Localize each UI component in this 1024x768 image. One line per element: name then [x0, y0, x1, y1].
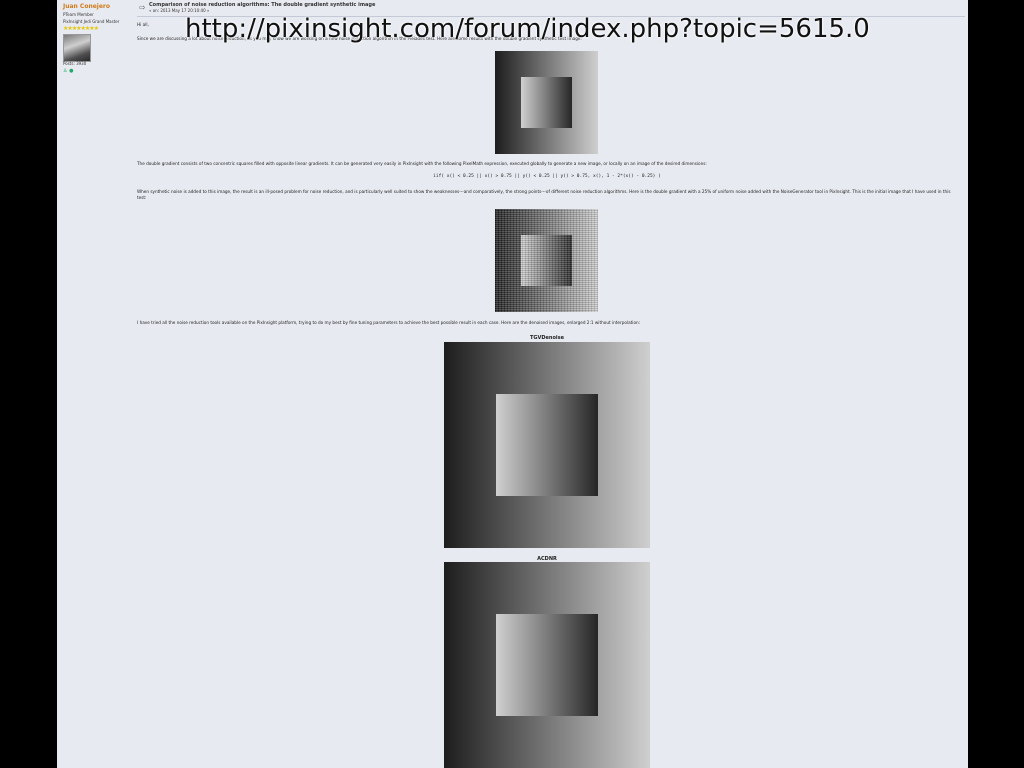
gradient-paragraph: The double gradient consists of two conc…	[137, 161, 707, 166]
post-count: Posts: 3930	[63, 61, 87, 66]
noisy-gradient-image	[495, 209, 598, 312]
url-overlay-text: http://pixinsight.com/forum/index.php?to…	[185, 14, 870, 44]
profile-icons[interactable]: ♙ ●	[63, 68, 73, 74]
acdnr-result-image	[444, 562, 650, 768]
pixelmath-code: iif( x() < 0.25 || x() > 0.75 || y() < 0…	[433, 174, 661, 179]
post-date: « on: 2013 May 17 20:10:40 »	[149, 8, 210, 13]
rank-stars: ★★★★★★★★	[63, 25, 99, 32]
tgvdenoise-result-image	[444, 342, 650, 548]
acdnr-inner	[496, 614, 598, 716]
forum-post: ⇨ Comparison of noise reduction algorith…	[137, 0, 965, 768]
tools-paragraph: I have tried all the noise reduction too…	[137, 320, 641, 325]
double-gradient-inner	[521, 77, 572, 128]
tgvdenoise-inner	[496, 394, 598, 496]
tgvdenoise-caption: TGVDenoise	[529, 335, 564, 341]
poster-rank: PTeam Member	[63, 12, 94, 17]
poster-profile: Juan Conejero PTeam Member PixInsight Je…	[57, 0, 133, 80]
poster-group: PixInsight Jedi Grand Master	[63, 19, 120, 24]
post-topic-icon: ⇨	[139, 3, 146, 12]
noise-overlay	[495, 209, 598, 312]
noise-paragraph: When synthetic noise is added to this im…	[137, 189, 951, 200]
double-gradient-image	[495, 51, 598, 154]
avatar[interactable]	[63, 34, 91, 62]
forum-page: Juan Conejero PTeam Member PixInsight Je…	[57, 0, 968, 768]
poster-name-link[interactable]: Juan Conejero	[63, 3, 110, 10]
